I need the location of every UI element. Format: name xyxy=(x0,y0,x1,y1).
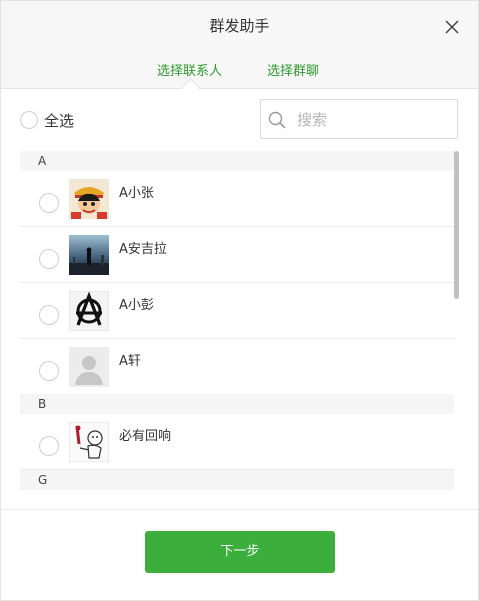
tab-select-groups[interactable]: 选择群聊 xyxy=(267,60,319,79)
contact-select-radio[interactable] xyxy=(39,305,59,325)
contact-name: 必有回响 xyxy=(119,429,172,444)
group-header-a: A xyxy=(20,151,454,171)
contact-select-radio[interactable] xyxy=(39,249,59,269)
contact-name: A轩 xyxy=(119,354,141,369)
active-tab-indicator xyxy=(181,78,200,97)
anarchy-symbol-avatar xyxy=(69,291,109,331)
tab-select-contacts[interactable]: 选择联系人 xyxy=(157,60,222,79)
contact-row[interactable]: 必有回响 xyxy=(20,414,454,470)
group-send-dialog: 群发助手 选择联系人 选择群聊 全选 A xyxy=(0,0,479,601)
select-all-checkbox[interactable]: 全选 xyxy=(20,109,74,131)
contact-row[interactable]: A轩 xyxy=(20,339,454,394)
group-header-b: B xyxy=(20,394,454,414)
contact-select-radio[interactable] xyxy=(39,193,59,213)
select-all-radio[interactable] xyxy=(20,111,38,129)
default-user-avatar xyxy=(69,347,109,387)
next-step-button[interactable]: 下一步 xyxy=(145,531,335,573)
contact-name: A小彭 xyxy=(119,298,154,313)
close-icon[interactable] xyxy=(444,19,460,35)
cartoon-pirate-avatar xyxy=(69,179,109,219)
sketch-figure-avatar xyxy=(69,422,109,462)
contact-name: A安吉拉 xyxy=(119,242,167,257)
contact-select-radio[interactable] xyxy=(39,361,59,381)
dialog-header: 群发助手 选择联系人 选择群聊 xyxy=(1,1,478,97)
scrollbar[interactable] xyxy=(454,151,459,499)
search-input[interactable] xyxy=(295,106,449,134)
contact-select-radio[interactable] xyxy=(39,436,59,456)
dialog-footer: 下一步 xyxy=(1,509,478,600)
scrollbar-thumb[interactable] xyxy=(454,151,459,299)
search-icon xyxy=(268,111,286,129)
contact-row[interactable]: A小张 xyxy=(20,171,454,227)
select-all-label: 全选 xyxy=(44,111,75,130)
night-scenery-avatar xyxy=(69,235,109,275)
search-box[interactable] xyxy=(260,99,458,139)
contact-list[interactable]: A A小张 A安吉拉 A小彭 A轩 B 必有回响 G xyxy=(20,151,454,499)
group-header-g: G xyxy=(20,470,454,490)
contact-row[interactable]: A安吉拉 xyxy=(20,227,454,283)
contact-name: A小张 xyxy=(119,186,154,201)
dialog-title: 群发助手 xyxy=(209,17,270,35)
contact-row[interactable]: A小彭 xyxy=(20,283,454,339)
